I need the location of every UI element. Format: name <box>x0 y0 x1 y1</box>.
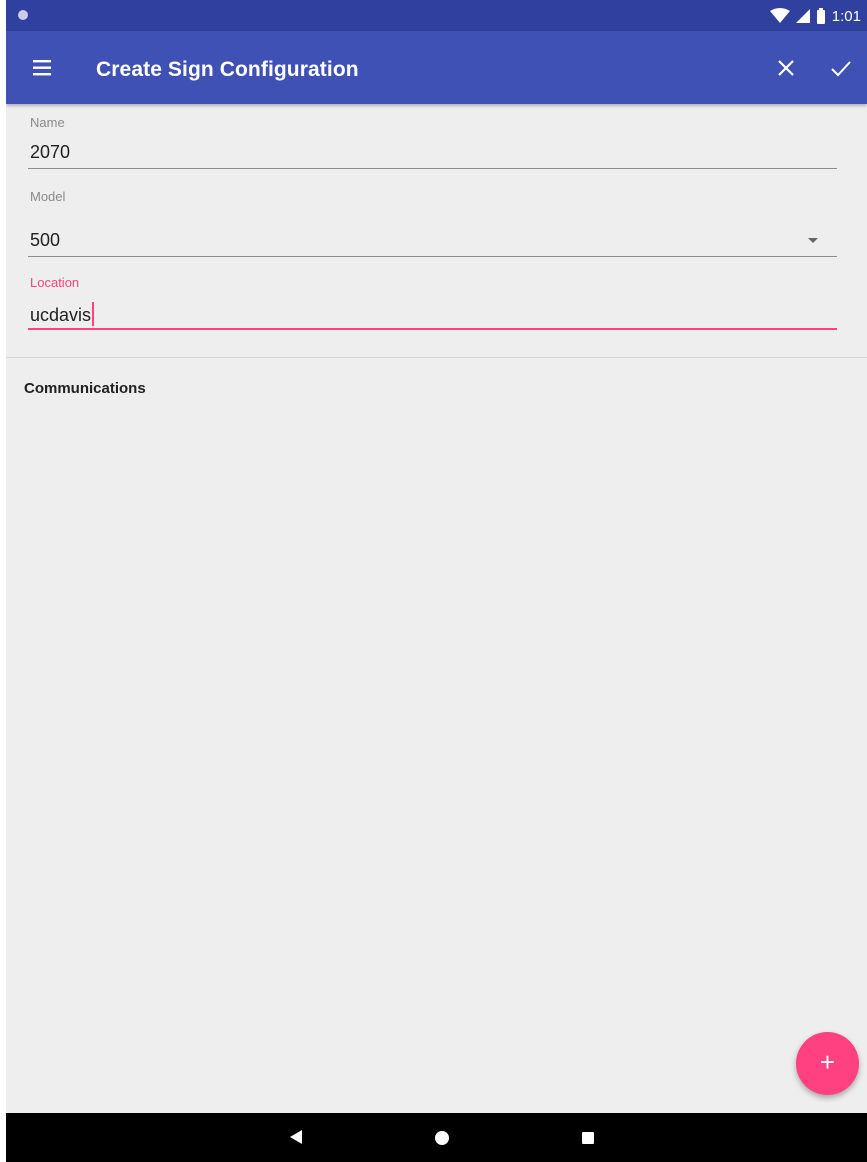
communications-header: Communications <box>24 380 146 397</box>
close-icon <box>778 60 794 76</box>
check-icon <box>831 61 851 77</box>
text-cursor <box>92 302 95 326</box>
model-select[interactable]: Model 500 <box>6 185 867 260</box>
dropdown-arrow-icon[interactable] <box>808 238 818 243</box>
location-field[interactable]: Location ucdavis <box>6 272 867 334</box>
name-label: Name <box>30 115 65 130</box>
save-button[interactable] <box>828 56 854 80</box>
menu-button[interactable] <box>28 55 62 81</box>
location-input[interactable]: ucdavis <box>30 302 95 326</box>
status-bar: 1:01 <box>6 0 867 31</box>
name-field[interactable]: Name 2070 <box>6 112 867 172</box>
plus-icon: + <box>819 1047 836 1077</box>
status-icons: 1:01 <box>769 6 861 26</box>
page-title: Create Sign Configuration <box>96 58 359 81</box>
app-bar: Create Sign Configuration <box>6 31 867 104</box>
menu-icon <box>33 60 51 76</box>
system-nav-bar <box>6 1113 867 1162</box>
notification-dot-icon <box>18 10 28 20</box>
add-communication-button[interactable]: + <box>796 1032 859 1095</box>
name-underline <box>28 168 837 169</box>
location-underline <box>28 328 837 330</box>
status-time: 1:01 <box>831 7 861 25</box>
model-value: 500 <box>30 230 61 250</box>
cell-signal-icon <box>795 9 810 23</box>
wifi-icon <box>769 8 790 23</box>
location-label: Location <box>30 275 80 290</box>
close-button[interactable] <box>774 56 798 80</box>
recents-icon[interactable] <box>582 1132 594 1144</box>
battery-icon <box>816 8 825 24</box>
home-icon[interactable] <box>435 1131 449 1145</box>
model-underline <box>28 256 837 257</box>
section-divider <box>6 357 867 358</box>
name-value: 2070 <box>30 142 71 162</box>
location-value: ucdavis <box>30 305 92 325</box>
back-icon[interactable] <box>290 1130 302 1144</box>
model-label: Model <box>30 189 66 204</box>
app-screen: 1:01 Create Sign Configuration Name 2070 <box>6 0 867 1162</box>
